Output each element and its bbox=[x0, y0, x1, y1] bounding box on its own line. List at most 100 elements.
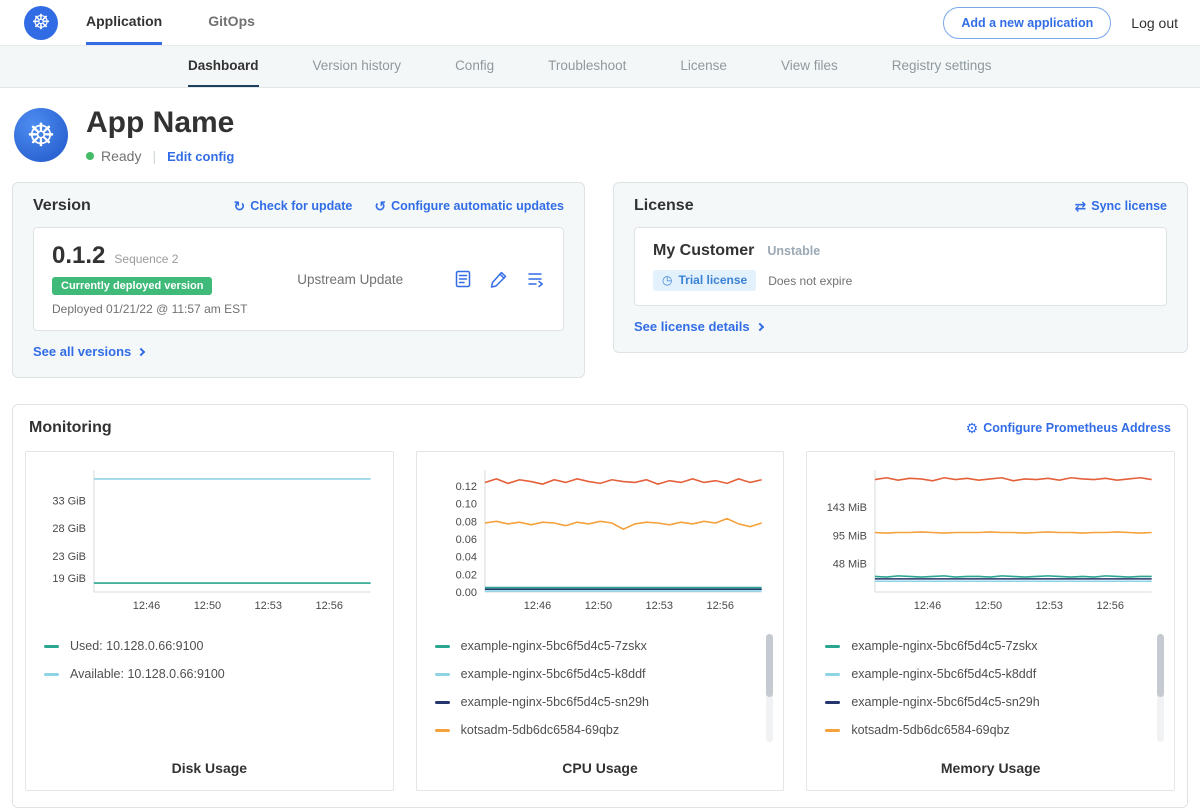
svg-text:12:56: 12:56 bbox=[1097, 600, 1124, 612]
check-for-update-link[interactable]: ↻ Check for update bbox=[233, 199, 352, 213]
app-subnav: Dashboard Version history Config Trouble… bbox=[0, 46, 1200, 88]
svg-text:12:56: 12:56 bbox=[315, 600, 342, 612]
legend-scrollbar[interactable] bbox=[1157, 634, 1164, 742]
svg-text:23 GiB: 23 GiB bbox=[52, 551, 86, 563]
svg-text:95 MiB: 95 MiB bbox=[833, 530, 867, 542]
svg-text:28 GiB: 28 GiB bbox=[52, 523, 86, 535]
clock-icon: ◷ bbox=[662, 273, 672, 287]
logout-link[interactable]: Log out bbox=[1131, 15, 1178, 31]
cpu-usage-title: CPU Usage bbox=[427, 744, 774, 776]
svg-text:143 MiB: 143 MiB bbox=[827, 502, 867, 514]
kubernetes-logo-icon: ☸ bbox=[24, 6, 58, 40]
check-for-update-label: Check for update bbox=[250, 199, 352, 213]
svg-text:12:46: 12:46 bbox=[523, 600, 550, 612]
legend-color-dash bbox=[44, 673, 59, 676]
monitoring-title: Monitoring bbox=[29, 419, 112, 437]
legend-scrollbar-thumb[interactable] bbox=[1157, 634, 1164, 697]
legend-label: example-nginx-5bc6f5d4c5-k8ddf bbox=[461, 667, 646, 681]
monitoring-header: Monitoring ⚙ Configure Prometheus Addres… bbox=[25, 419, 1175, 437]
svg-text:12:50: 12:50 bbox=[584, 600, 611, 612]
trial-license-label: Trial license bbox=[678, 273, 747, 287]
svg-text:12:50: 12:50 bbox=[194, 600, 221, 612]
sync-license-link[interactable]: ⇄ Sync license bbox=[1075, 199, 1167, 213]
memory-usage-legend: example-nginx-5bc6f5d4c5-7zskxexample-ng… bbox=[817, 632, 1164, 744]
version-action-icons bbox=[453, 269, 545, 289]
configure-automatic-updates-link[interactable]: ↺ Configure automatic updates bbox=[374, 199, 564, 213]
top-navbar: ☸ Application GitOps Add a new applicati… bbox=[0, 0, 1200, 46]
subnav-tab-troubleshoot[interactable]: Troubleshoot bbox=[548, 46, 626, 87]
topnav-tab-application[interactable]: Application bbox=[86, 0, 162, 45]
subnav-tab-config[interactable]: Config bbox=[455, 46, 494, 87]
legend-color-dash bbox=[435, 673, 450, 676]
version-card: Version ↻ Check for update ↺ Configure a… bbox=[12, 182, 585, 378]
chevron-right-icon bbox=[137, 348, 145, 356]
diff-icon[interactable] bbox=[525, 269, 545, 289]
sync-icon: ⇄ bbox=[1075, 199, 1087, 213]
app-status-row: Ready | Edit config bbox=[86, 148, 234, 164]
svg-text:0.12: 0.12 bbox=[455, 481, 476, 493]
refresh-icon: ↻ bbox=[233, 199, 245, 213]
add-new-application-button[interactable]: Add a new application bbox=[943, 7, 1111, 39]
svg-text:12:53: 12:53 bbox=[645, 600, 672, 612]
license-card-header: License ⇄ Sync license bbox=[634, 197, 1167, 215]
svg-text:33 GiB: 33 GiB bbox=[52, 496, 86, 508]
configure-prometheus-label: Configure Prometheus Address bbox=[983, 421, 1171, 435]
topnav-tab-gitops[interactable]: GitOps bbox=[208, 0, 255, 45]
app-header: ☸ App Name Ready | Edit config bbox=[0, 88, 1200, 178]
memory-usage-title: Memory Usage bbox=[817, 744, 1164, 776]
legend-item: example-nginx-5bc6f5d4c5-7zskx bbox=[435, 632, 758, 660]
auto-update-icon: ↺ bbox=[374, 199, 386, 213]
edit-config-link[interactable]: Edit config bbox=[167, 149, 234, 164]
version-number: 0.1.2 bbox=[52, 242, 105, 270]
memory-usage-panel: 143 MiB95 MiB48 MiB12:4612:5012:5312:56 … bbox=[806, 451, 1175, 791]
status-dot-icon bbox=[86, 152, 94, 160]
current-version-box: 0.1.2 Sequence 2 Currently deployed vers… bbox=[33, 227, 564, 331]
legend-item: example-nginx-5bc6f5d4c5-k8ddf bbox=[825, 660, 1148, 688]
version-info: 0.1.2 Sequence 2 Currently deployed vers… bbox=[52, 242, 247, 316]
cpu-usage-legend: example-nginx-5bc6f5d4c5-7zskx example-ng… bbox=[427, 632, 774, 744]
legend-label: kotsadm-5db6dc6584-69qbz bbox=[461, 723, 619, 737]
svg-text:48 MiB: 48 MiB bbox=[833, 558, 867, 570]
svg-text:19 GiB: 19 GiB bbox=[52, 573, 86, 585]
subnav-tab-registry-settings[interactable]: Registry settings bbox=[892, 46, 992, 87]
legend-item: example-nginx-5bc6f5d4c5-k8ddf bbox=[435, 660, 758, 688]
kubernetes-wheel-glyph: ☸ bbox=[27, 116, 56, 154]
release-notes-icon[interactable] bbox=[453, 269, 473, 289]
legend-item: example-nginx-5bc6f5d4c5-sn29h bbox=[435, 688, 758, 716]
trial-license-badge: ◷ Trial license bbox=[653, 270, 756, 291]
monitoring-card: Monitoring ⚙ Configure Prometheus Addres… bbox=[12, 404, 1188, 808]
legend-label: Available: 10.128.0.66:9100 bbox=[70, 667, 225, 681]
license-card: License ⇄ Sync license My Customer Unsta… bbox=[613, 182, 1188, 353]
configure-prometheus-link[interactable]: ⚙ Configure Prometheus Address bbox=[966, 421, 1171, 435]
legend-label: Used: 10.128.0.66:9100 bbox=[70, 639, 203, 653]
configure-automatic-updates-label: Configure automatic updates bbox=[391, 199, 564, 213]
legend-scrollbar-thumb[interactable] bbox=[766, 634, 773, 697]
subnav-tab-dashboard[interactable]: Dashboard bbox=[188, 46, 259, 87]
svg-text:12:56: 12:56 bbox=[706, 600, 733, 612]
deployed-timestamp: Deployed 01/21/22 @ 11:57 am EST bbox=[52, 302, 247, 316]
svg-text:0.00: 0.00 bbox=[455, 587, 476, 599]
version-number-row: 0.1.2 Sequence 2 bbox=[52, 242, 247, 270]
gear-icon: ⚙ bbox=[966, 421, 979, 435]
svg-text:12:53: 12:53 bbox=[255, 600, 282, 612]
see-license-details-label: See license details bbox=[634, 319, 750, 334]
see-license-details-link[interactable]: See license details bbox=[634, 319, 763, 334]
svg-text:12:53: 12:53 bbox=[1036, 600, 1063, 612]
legend-item: Available: 10.128.0.66:9100 bbox=[44, 660, 367, 688]
status-text: Ready bbox=[101, 148, 141, 164]
kubernetes-wheel-glyph: ☸ bbox=[32, 10, 51, 35]
subnav-tab-view-files[interactable]: View files bbox=[781, 46, 838, 87]
edit-config-icon[interactable] bbox=[489, 269, 509, 289]
app-title: App Name bbox=[86, 106, 234, 139]
subnav-tab-license[interactable]: License bbox=[680, 46, 727, 87]
svg-text:0.08: 0.08 bbox=[455, 516, 476, 528]
subnav-tab-version-history[interactable]: Version history bbox=[313, 46, 402, 87]
see-all-versions-link[interactable]: See all versions bbox=[33, 344, 144, 359]
disk-usage-title: Disk Usage bbox=[36, 744, 383, 776]
legend-scrollbar[interactable] bbox=[766, 634, 773, 742]
upstream-update-label: Upstream Update bbox=[247, 272, 453, 287]
disk-usage-panel: 33 GiB28 GiB23 GiB19 GiB12:4612:5012:531… bbox=[25, 451, 394, 791]
divider: | bbox=[152, 148, 156, 164]
license-card-links: ⇄ Sync license bbox=[1075, 199, 1167, 213]
svg-text:12:50: 12:50 bbox=[975, 600, 1002, 612]
